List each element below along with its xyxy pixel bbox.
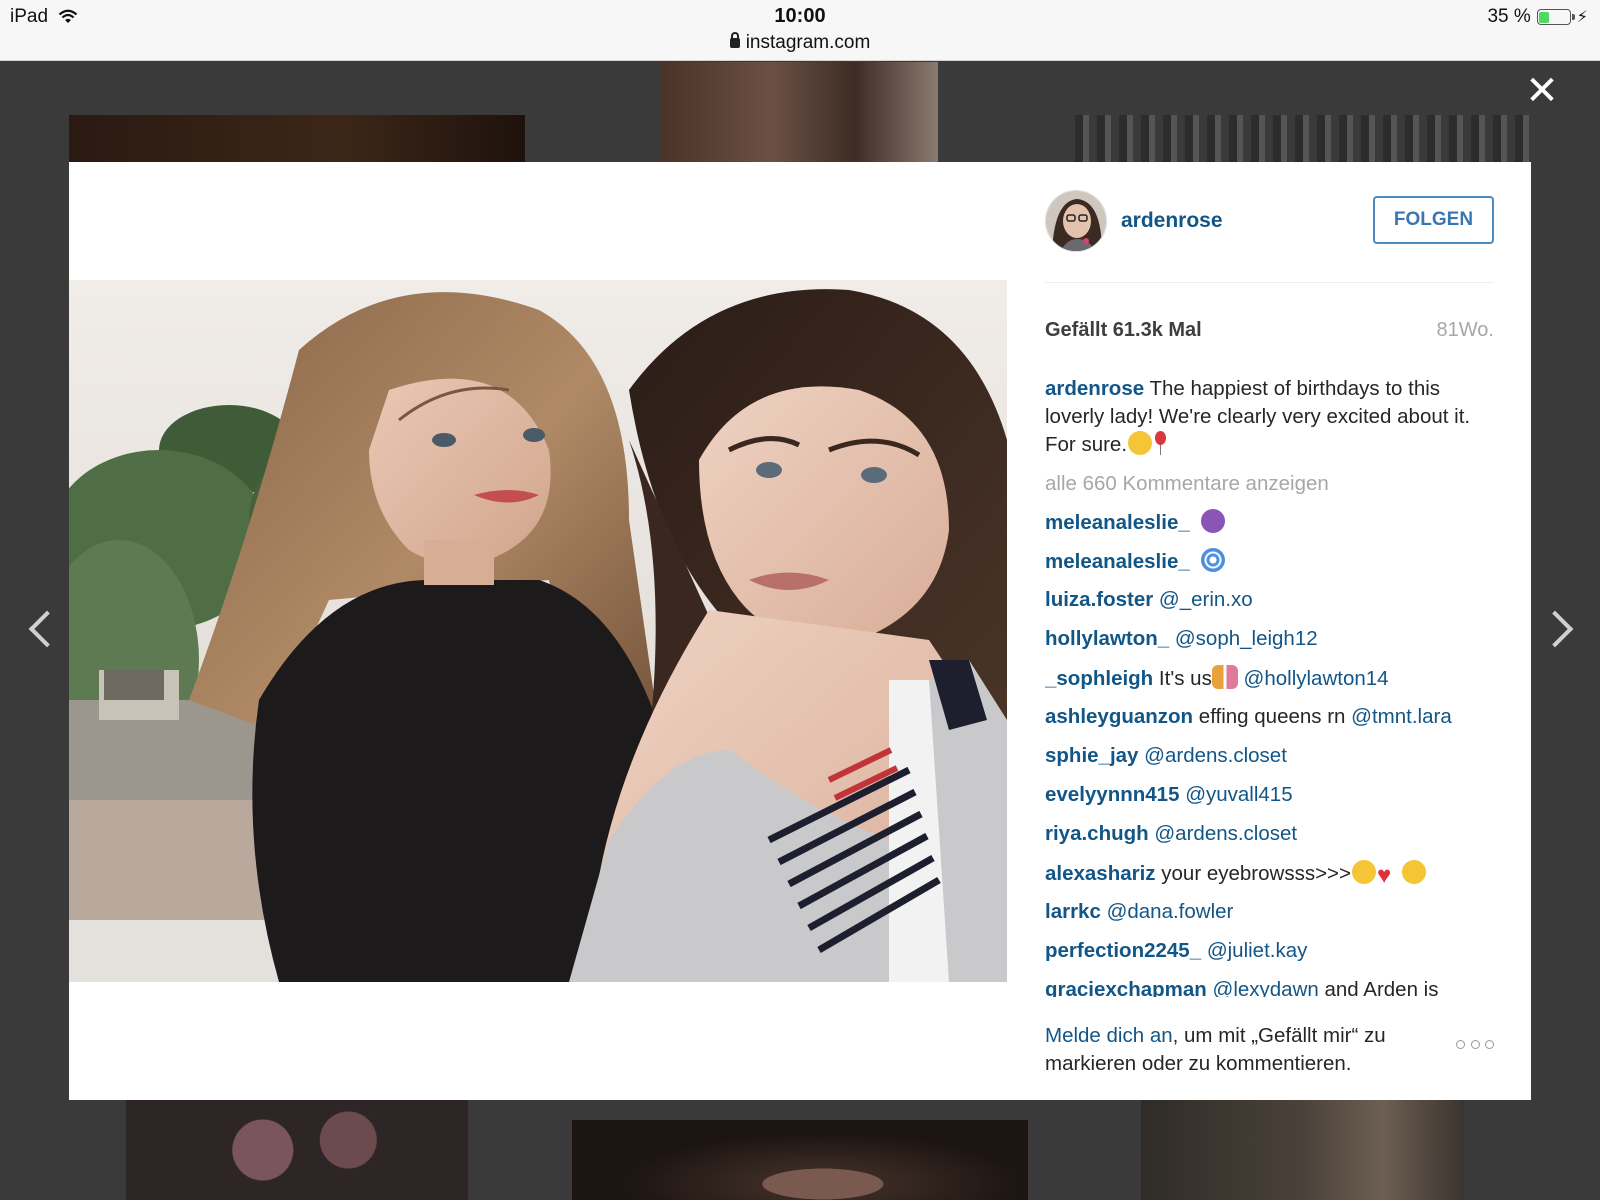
comment-item: sphie_jay @ardens.closet (1045, 743, 1494, 782)
comment-item: hollylawton_ @soph_leigh12 (1045, 626, 1494, 665)
charging-icon: ⚡ (1576, 9, 1588, 26)
address-bar[interactable]: instagram.com (0, 32, 1600, 54)
two-women-emoji (1211, 665, 1238, 689)
comment-item: meleanaleslie_ (1045, 548, 1494, 587)
login-prompt: Melde dich an, um mit „Gefällt mir“ zu m… (1045, 1022, 1435, 1078)
background-thumbnail[interactable] (126, 1100, 468, 1200)
comment-item: perfection2245_ @juliet.kay (1045, 938, 1494, 977)
battery-icon (1536, 9, 1575, 25)
cyclone-emoji (1201, 548, 1226, 572)
comment-mention[interactable]: @dana.fowler (1107, 900, 1234, 923)
more-options-icon[interactable] (1456, 1040, 1494, 1052)
background-thumbnail[interactable] (1075, 115, 1531, 162)
post-author-username[interactable]: ardenrose (1121, 209, 1223, 233)
comment-item: larrkc @dana.fowler (1045, 899, 1494, 938)
red-heart-emoji: ♥ (1377, 862, 1392, 889)
comment-text: your eyebrowsss>>> (1161, 862, 1351, 885)
comment-item: evelyynnn415 @yuvall415 (1045, 782, 1494, 821)
comment-mention[interactable]: @soph_leigh12 (1175, 627, 1318, 650)
background-thumbnail[interactable] (1141, 1100, 1464, 1200)
comment-mention[interactable]: @hollylawton14 (1244, 667, 1389, 690)
comment-mention[interactable]: @_erin.xo (1159, 588, 1253, 611)
header-divider (1045, 282, 1494, 283)
follow-button[interactable]: FOLGEN (1373, 196, 1494, 244)
address-url: instagram.com (745, 32, 871, 53)
comment-mention[interactable]: @lexydawn (1213, 978, 1319, 997)
ios-status-bar: iPad 10:00 instagram.com 35 % ⚡ (0, 0, 1600, 61)
background-thumbnail[interactable] (572, 1120, 1028, 1200)
comment-text: effing queens rn (1198, 705, 1346, 728)
comment-mention[interactable]: @yuvall415 (1185, 783, 1292, 806)
post-caption: ardenrose The happiest of birthdays to t… (1045, 375, 1494, 459)
comment-username[interactable]: riya.chugh (1045, 822, 1149, 845)
comment-username[interactable]: meleanaleslie_ (1045, 550, 1190, 573)
comment-item: meleanaleslie_ (1045, 509, 1494, 548)
comment-mention[interactable]: @tmnt.lara (1351, 705, 1452, 728)
status-time: 10:00 (774, 5, 826, 27)
post-photo-image (69, 280, 1007, 982)
comment-username[interactable]: evelyynnn415 (1045, 783, 1179, 806)
comment-username[interactable]: graciexchapman (1045, 978, 1207, 997)
comment-text: and Arden is (1324, 978, 1439, 997)
comment-username[interactable]: larrkc (1045, 900, 1101, 923)
comment-username[interactable]: sphie_jay (1045, 744, 1138, 767)
comments-list[interactable]: ardenrose The happiest of birthdays to t… (1045, 375, 1494, 997)
status-right: 35 % ⚡ (1487, 6, 1588, 28)
login-link[interactable]: Melde dich an (1045, 1024, 1173, 1047)
comment-item: graciexchapman @lexydawn and Arden is (1045, 977, 1494, 997)
comment-text: It's us (1158, 667, 1212, 690)
comment-username[interactable]: _sophleigh (1045, 667, 1153, 690)
comment-username[interactable]: ashleyguanzon (1045, 705, 1193, 728)
comment-item: riya.chugh @ardens.closet (1045, 821, 1494, 860)
heart-eyes-emoji (1402, 860, 1426, 884)
post-footer: Melde dich an, um mit „Gefällt mir“ zu m… (1045, 1022, 1494, 1082)
balloon-emoji (1153, 431, 1167, 455)
chevron-left-icon[interactable] (20, 606, 60, 656)
avatar[interactable] (1045, 190, 1107, 252)
close-icon[interactable]: ✕ (1525, 71, 1559, 111)
post-header: ardenrose FOLGEN (1045, 190, 1494, 252)
comment-item: ashleyguanzon effing queens rn @tmnt.lar… (1045, 704, 1494, 743)
post-modal: ardenrose FOLGEN Gefällt 61.3k Mal 81Wo.… (69, 162, 1531, 1100)
comment-mention[interactable]: @juliet.kay (1207, 939, 1308, 962)
comment-item: luiza.foster @_erin.xo (1045, 587, 1494, 626)
avatar-image (1046, 191, 1106, 251)
neutral-face-emoji (1128, 431, 1153, 455)
comment-username[interactable]: meleanaleslie_ (1045, 511, 1190, 534)
smiling-imp-emoji (1201, 509, 1226, 533)
comment-mention[interactable]: @ardens.closet (1144, 744, 1287, 767)
battery-percent: 35 % (1487, 6, 1531, 27)
caption-username[interactable]: ardenrose (1045, 377, 1144, 400)
post-age[interactable]: 81Wo. (1437, 319, 1494, 342)
loudly-crying-face-emoji (1352, 860, 1376, 884)
background-thumbnail[interactable] (661, 62, 938, 162)
chevron-right-icon[interactable] (1538, 606, 1578, 656)
lock-icon (729, 32, 740, 48)
show-all-comments-link[interactable]: alle 660 Kommentare anzeigen (1045, 471, 1494, 497)
post-photo[interactable] (69, 280, 1007, 982)
comment-username[interactable]: alexashariz (1045, 862, 1156, 885)
comment-item: alexashariz your eyebrowsss>>> ♥ (1045, 860, 1494, 899)
comment-item: _sophleigh It's us @hollylawton14 (1045, 665, 1494, 704)
comment-username[interactable]: perfection2245_ (1045, 939, 1201, 962)
comment-mention[interactable]: @ardens.closet (1154, 822, 1297, 845)
likes-count[interactable]: Gefällt 61.3k Mal (1045, 319, 1202, 342)
background-thumbnail[interactable] (69, 115, 525, 162)
comment-username[interactable]: hollylawton_ (1045, 627, 1169, 650)
comment-username[interactable]: luiza.foster (1045, 588, 1153, 611)
post-sidebar: ardenrose FOLGEN Gefällt 61.3k Mal 81Wo.… (1045, 162, 1494, 1100)
